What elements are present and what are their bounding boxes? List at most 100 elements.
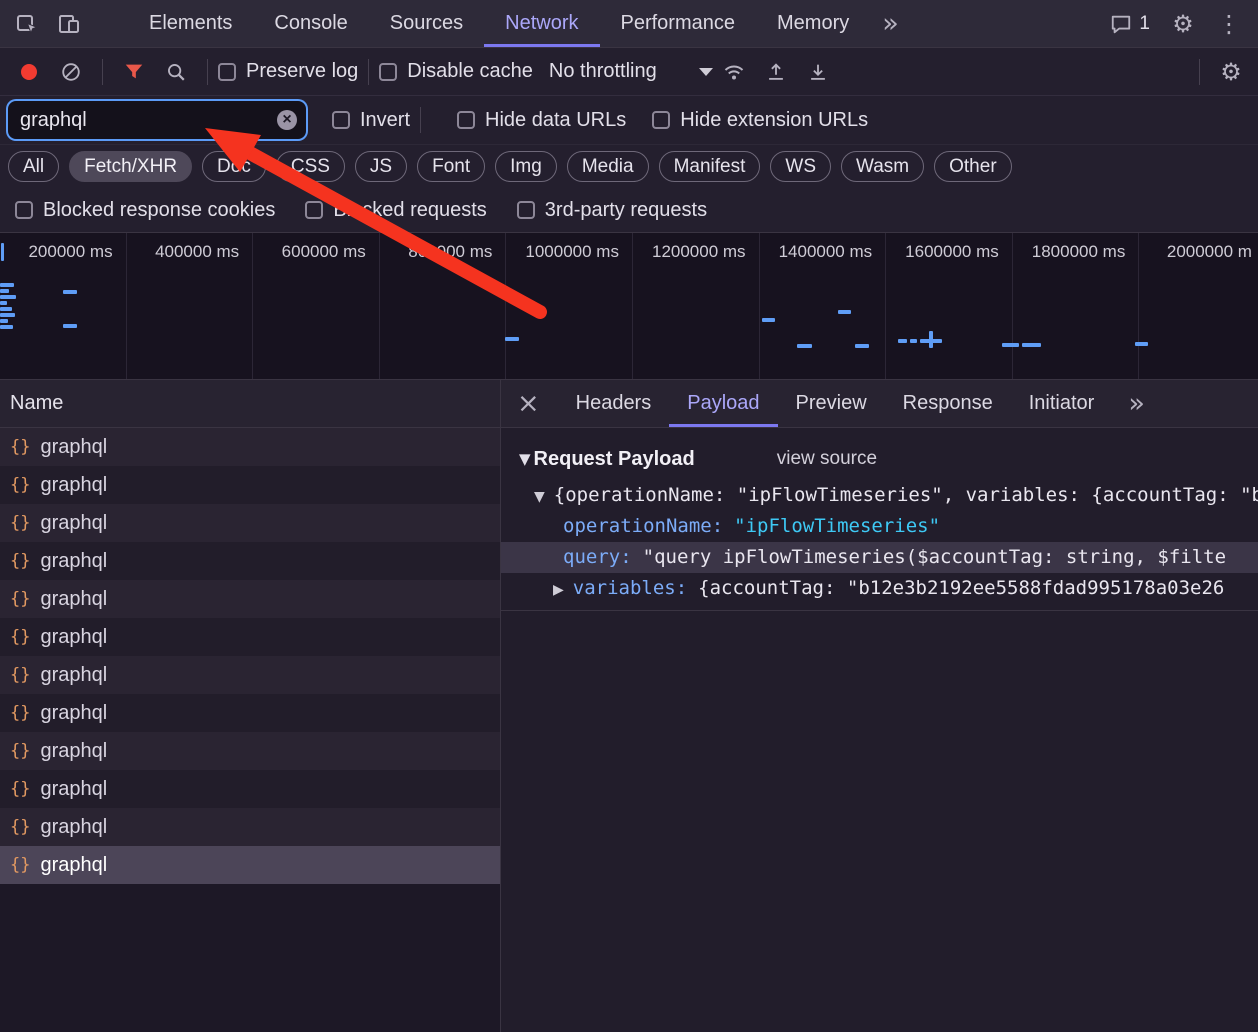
record-dot-icon [21,64,37,80]
collapse-triangle-icon[interactable]: ▼ [519,450,531,468]
tab-elements[interactable]: Elements [128,0,253,47]
tab-payload[interactable]: Payload [669,380,777,427]
timeline-gridline-cell: 1800000 ms [1013,233,1140,379]
expand-triangle-icon[interactable]: ▼ [534,489,545,505]
filter-toggle-icon[interactable] [113,52,155,92]
fetch-xhr-icon: {} [10,741,30,761]
filter-chip-ws[interactable]: WS [770,151,831,182]
table-row[interactable]: {} graphql [0,732,500,770]
request-payload-title: Request Payload [534,448,695,471]
disable-cache-checkbox[interactable]: Disable cache [379,60,533,83]
settings-gear-icon[interactable]: ⚙ [1162,4,1204,44]
more-tabs-icon[interactable]: » [882,8,899,39]
filter-chip-manifest[interactable]: Manifest [659,151,761,182]
console-messages-icon[interactable]: 1 [1102,4,1158,44]
filter-chip-other[interactable]: Other [934,151,1012,182]
filter-chip-img[interactable]: Img [495,151,557,182]
filter-chip-fetch-xhr[interactable]: Fetch/XHR [69,151,192,182]
view-source-link[interactable]: view source [777,448,877,470]
timeline-gridline-cell: 1400000 ms [760,233,887,379]
payload-value: "ipFlowTimeseries" [734,515,940,537]
checkbox-box [517,201,535,219]
payload-content: ▼ Request Payload view source ▼{operatio… [501,428,1258,611]
checkbox-label: 3rd-party requests [545,199,707,222]
payload-preview-line[interactable]: ▼{operationName: "ipFlowTimeseries", var… [501,480,1258,511]
tab-memory[interactable]: Memory [756,0,870,47]
table-row[interactable]: {}graphql [0,580,500,618]
request-name: graphql [40,702,107,725]
tab-preview[interactable]: Preview [778,380,885,427]
fetch-xhr-icon: {} [10,703,30,723]
checkbox-box [218,63,236,81]
table-row[interactable]: {}graphql [0,504,500,542]
export-har-icon[interactable] [797,52,839,92]
table-row[interactable]: {}graphql [0,428,500,466]
tab-headers[interactable]: Headers [558,380,670,427]
details-panel: × HeadersPayloadPreviewResponseInitiator… [501,380,1258,1032]
request-name: graphql [40,436,107,459]
tab-network[interactable]: Network [484,0,599,47]
table-row[interactable]: {}graphql [0,770,500,808]
timeline-overview[interactable]: 200000 ms400000 ms600000 ms800000 ms1000… [0,232,1258,380]
filter-chip-media[interactable]: Media [567,151,649,182]
clear-network-log-button[interactable] [50,52,92,92]
name-column-header[interactable]: Name [0,380,500,428]
checkbox-box [379,63,397,81]
timeline-label: 800000 ms [408,242,492,261]
timeline-gridline-cell: 800000 ms [380,233,507,379]
tab-console[interactable]: Console [253,0,368,47]
kebab-menu-icon[interactable]: ⋮ [1208,4,1250,44]
payload-row-query-selected[interactable]: query:"query ipFlowTimeseries($accountTa… [501,542,1258,573]
table-row[interactable]: {}graphql [0,542,500,580]
payload-row-variables[interactable]: ▶variables:{accountTag: "b12e3b2192ee558… [501,573,1258,604]
filter-chip-css[interactable]: CSS [276,151,345,182]
import-har-icon[interactable] [755,52,797,92]
blocked-requests-checkbox[interactable]: Blocked requests [305,199,486,222]
filter-chip-doc[interactable]: Doc [202,151,266,182]
expand-triangle-icon[interactable]: ▶ [553,582,564,598]
preserve-log-checkbox[interactable]: Preserve log [218,60,358,83]
timeline-label: 1800000 ms [1032,242,1126,261]
filter-input[interactable]: × [8,101,306,139]
table-row[interactable]: {}graphql [0,846,500,884]
search-icon[interactable] [155,52,197,92]
throttling-select[interactable]: No throttling [549,60,713,83]
hide-data-urls-checkbox[interactable]: Hide data URLs [457,109,626,132]
panel-tabs: ElementsConsoleSourcesNetworkPerformance… [128,0,870,47]
tab-initiator[interactable]: Initiator [1011,380,1113,427]
timeline-gridline-cell: 400000 ms [127,233,254,379]
tab-sources[interactable]: Sources [369,0,484,47]
hide-extension-urls-label: Hide extension URLs [680,109,868,132]
fetch-xhr-icon: {} [10,627,30,647]
filter-chip-all[interactable]: All [8,151,59,182]
inspect-element-icon[interactable] [6,4,48,44]
more-detail-tabs-icon[interactable]: » [1128,380,1145,427]
payload-key: variables: [573,577,687,599]
payload-value: "query ipFlowTimeseries($accountTag: str… [643,546,1226,568]
filter-chip-js[interactable]: JS [355,151,407,182]
3rd-party-requests-checkbox[interactable]: 3rd-party requests [517,199,707,222]
table-row[interactable]: {}graphql [0,656,500,694]
blocked-response-cookies-checkbox[interactable]: Blocked response cookies [15,199,275,222]
network-settings-gear-icon[interactable]: ⚙ [1210,52,1252,92]
table-row[interactable]: {} graphql [0,694,500,732]
timeline-request-mark [1022,343,1041,347]
close-details-icon[interactable]: × [501,380,558,427]
table-row[interactable]: {}graphql [0,618,500,656]
hide-extension-urls-checkbox[interactable]: Hide extension URLs [652,109,868,132]
table-row[interactable]: {}graphql [0,808,500,846]
invert-checkbox[interactable]: Invert [332,109,410,132]
timeline-label: 600000 ms [282,242,366,261]
table-row[interactable]: {}graphql [0,466,500,504]
filter-chip-font[interactable]: Font [417,151,485,182]
request-list: {}graphql{}graphql{}graphql{}graphql{}gr… [0,428,500,1032]
record-button[interactable] [8,52,50,92]
payload-row-operation-name[interactable]: operationName:"ipFlowTimeseries" [501,511,1258,542]
tab-response[interactable]: Response [885,380,1011,427]
tab-performance[interactable]: Performance [600,0,757,47]
device-toolbar-icon[interactable] [48,4,90,44]
request-name: graphql [40,740,107,763]
network-conditions-icon[interactable] [713,52,755,92]
filter-chip-wasm[interactable]: Wasm [841,151,924,182]
clear-filter-icon[interactable]: × [277,110,297,130]
